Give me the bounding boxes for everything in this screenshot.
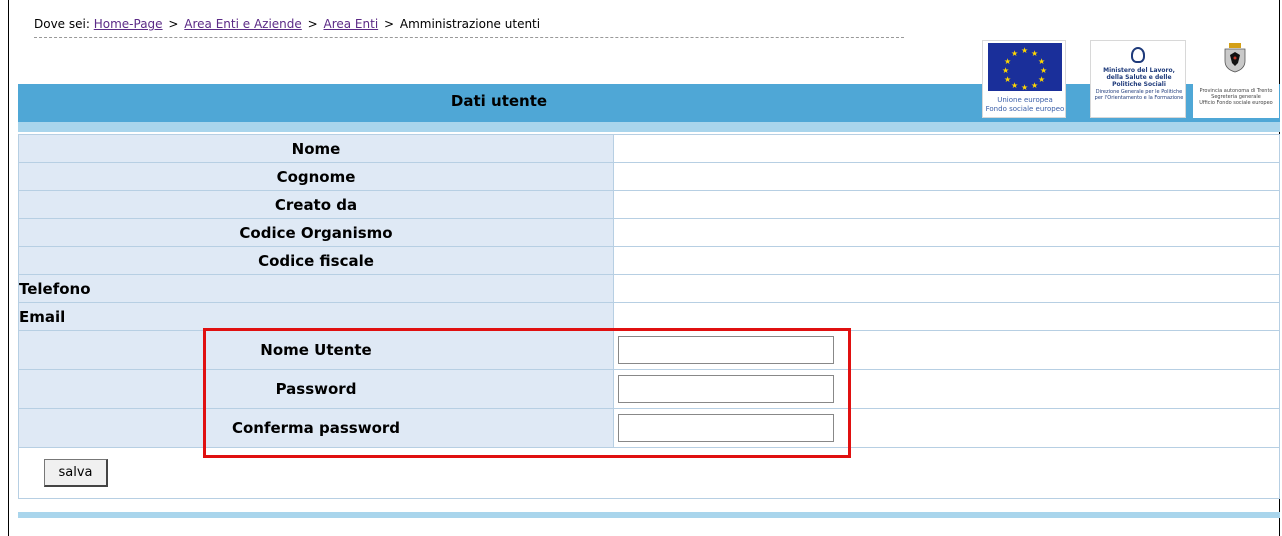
value-nome bbox=[613, 134, 1280, 163]
eagle-shield-icon bbox=[1224, 43, 1246, 73]
row-codice-organismo: Codice Organismo bbox=[18, 218, 1280, 247]
label-codice-fiscale: Codice fiscale bbox=[18, 246, 614, 275]
row-conferma-password: Conferma password bbox=[18, 408, 1280, 448]
value-codice-fiscale bbox=[613, 246, 1280, 275]
breadcrumb-separator: > bbox=[383, 17, 395, 31]
save-button[interactable]: salva bbox=[44, 459, 108, 487]
label-codice-organismo: Codice Organismo bbox=[18, 218, 614, 247]
value-codice-organismo bbox=[613, 218, 1280, 247]
label-email: Email bbox=[18, 302, 614, 331]
header-divider bbox=[18, 122, 1280, 132]
eu-logo-line2: Fondo sociale europeo bbox=[985, 105, 1065, 113]
breadcrumb-separator: > bbox=[168, 17, 179, 31]
eu-logo-line1: Unione europea bbox=[997, 96, 1053, 104]
breadcrumb-current: Amministrazione utenti bbox=[399, 17, 541, 31]
label-nome-utente: Nome Utente bbox=[18, 330, 614, 370]
password-input[interactable] bbox=[618, 375, 834, 403]
footer-divider bbox=[18, 512, 1280, 518]
value-telefono bbox=[613, 274, 1280, 303]
value-email bbox=[613, 302, 1280, 331]
row-creato-da: Creato da bbox=[18, 190, 1280, 219]
eu-logo: ★ ★ ★ ★ ★ ★ ★ ★ ★ ★ ★ ★ Unione europea F… bbox=[982, 40, 1066, 118]
nome-utente-input[interactable] bbox=[618, 336, 834, 364]
label-nome: Nome bbox=[18, 134, 614, 163]
ministero-line2: della Salute e delle Politiche Sociali bbox=[1106, 74, 1172, 88]
user-data-form: Nome Cognome Creato da Codice Organismo … bbox=[18, 134, 1280, 499]
breadcrumb-separator: > bbox=[307, 17, 318, 31]
breadcrumb: Dove sei: Home-Page > Area Enti e Aziend… bbox=[34, 17, 540, 31]
label-cognome: Cognome bbox=[18, 162, 614, 191]
breadcrumb-divider bbox=[34, 37, 904, 38]
breadcrumb-link-home[interactable]: Home-Page bbox=[94, 17, 163, 31]
eu-flag-icon: ★ ★ ★ ★ ★ ★ ★ ★ ★ ★ ★ ★ bbox=[988, 43, 1062, 92]
row-cognome: Cognome bbox=[18, 162, 1280, 191]
value-cognome bbox=[613, 162, 1280, 191]
provincia-line3: Ufficio Fondo sociale europeo bbox=[1199, 100, 1273, 106]
row-nome-utente: Nome Utente bbox=[18, 330, 1280, 370]
value-creato-da bbox=[613, 190, 1280, 219]
row-actions: salva bbox=[18, 447, 1280, 499]
breadcrumb-prefix: Dove sei: bbox=[34, 17, 90, 31]
row-password: Password bbox=[18, 369, 1280, 409]
emblem-icon bbox=[1131, 47, 1145, 63]
label-password: Password bbox=[18, 369, 614, 409]
ministero-line1: Ministero del Lavoro, bbox=[1103, 67, 1175, 74]
ministero-logo: Ministero del Lavoro, della Salute e del… bbox=[1090, 40, 1186, 118]
row-nome: Nome bbox=[18, 134, 1280, 163]
breadcrumb-link-area-enti[interactable]: Area Enti bbox=[324, 17, 379, 31]
breadcrumb-link-area-enti-aziende[interactable]: Area Enti e Aziende bbox=[184, 17, 302, 31]
provincia-logo: Provincia autonoma di Trento Segreteria … bbox=[1193, 40, 1279, 118]
label-telefono: Telefono bbox=[18, 274, 614, 303]
label-conferma-password: Conferma password bbox=[18, 408, 614, 448]
ministero-line4: per l'Orientamento e la Formazione bbox=[1094, 95, 1184, 101]
label-creato-da: Creato da bbox=[18, 190, 614, 219]
conferma-password-input[interactable] bbox=[618, 414, 834, 442]
row-telefono: Telefono bbox=[18, 274, 1280, 303]
row-email: Email bbox=[18, 302, 1280, 331]
row-codice-fiscale: Codice fiscale bbox=[18, 246, 1280, 275]
